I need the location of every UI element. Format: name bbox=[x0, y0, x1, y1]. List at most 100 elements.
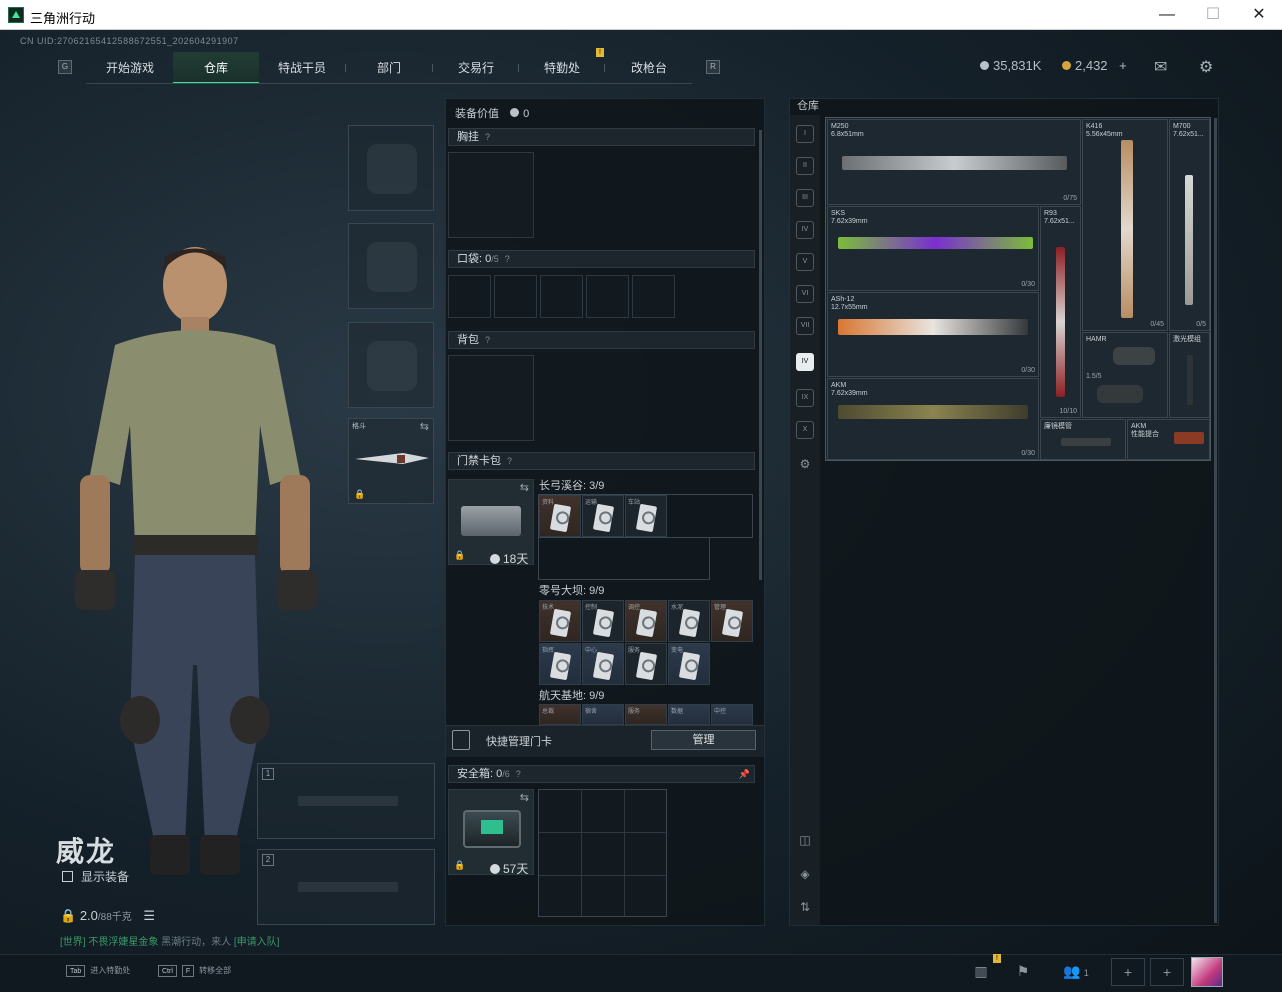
help-icon[interactable]: ? bbox=[507, 456, 512, 466]
warehouse-sort-icon[interactable]: ⇅ bbox=[796, 899, 814, 917]
keycard-item[interactable]: 变电 bbox=[668, 643, 710, 685]
warehouse-item-grip[interactable]: 廉镜模管 bbox=[1040, 419, 1126, 460]
tab-start-game[interactable]: 开始游戏 bbox=[88, 52, 172, 84]
keycard-item[interactable]: 服务 bbox=[625, 704, 667, 725]
pocket-slot[interactable] bbox=[632, 275, 675, 318]
warehouse-tab-icon[interactable]: II bbox=[796, 157, 814, 175]
safe-box-slot[interactable]: ⇆ 🔒 57天 bbox=[448, 789, 534, 876]
hint-transfer-all[interactable]: Ctrl F 转移全部 bbox=[158, 965, 231, 977]
chest-rig-slot[interactable] bbox=[448, 152, 534, 238]
pistol-slot[interactable] bbox=[348, 322, 434, 408]
add-currency-button[interactable]: + bbox=[1119, 58, 1127, 73]
hint-enter-special-ops[interactable]: Tab 进入特勤处 bbox=[66, 965, 130, 977]
help-icon[interactable]: ? bbox=[505, 254, 510, 264]
keycard-item[interactable]: 调控 bbox=[625, 600, 667, 642]
key-tab: Tab bbox=[66, 965, 86, 977]
keycard-item[interactable]: 总裁 bbox=[539, 704, 581, 725]
swap-icon[interactable]: ⇆ bbox=[420, 420, 429, 433]
warehouse-item-hamr[interactable]: HAMR 1.5/5 bbox=[1082, 332, 1168, 418]
keycard-item[interactable]: 管理 bbox=[711, 600, 753, 642]
world-chat-line[interactable]: [世界] 不畏浮婕星金象 黑潮行动，来人 [申请入队] bbox=[60, 933, 279, 948]
armor-slot[interactable] bbox=[348, 223, 434, 309]
tab-department[interactable]: 部门 bbox=[346, 52, 432, 84]
swap-icon[interactable]: ⇆ bbox=[520, 481, 529, 494]
keycard-item[interactable]: 运输 bbox=[582, 495, 624, 537]
checkbox-icon[interactable] bbox=[62, 871, 73, 882]
warehouse-item-k416[interactable]: K416 5.56x45mm 0/45 bbox=[1082, 119, 1168, 331]
help-icon[interactable]: ? bbox=[516, 769, 521, 779]
warehouse-tab-icon[interactable]: I bbox=[796, 125, 814, 143]
warehouse-item-akm-part[interactable]: AKM 性能提合 bbox=[1127, 419, 1210, 460]
manage-button[interactable]: 管理 bbox=[651, 730, 756, 750]
warehouse-item-sks[interactable]: SKS 7.62x39mm 0/30 bbox=[827, 206, 1039, 291]
keycard-item[interactable]: 中控 bbox=[711, 704, 753, 725]
warehouse-tab-icon[interactable]: III bbox=[796, 189, 814, 207]
warehouse-portrait-icon[interactable]: ◫ bbox=[796, 832, 814, 850]
friends-button[interactable]: 👥 1 bbox=[1050, 958, 1102, 986]
keycard-item[interactable]: 中心 bbox=[582, 643, 624, 685]
warehouse-settings-icon[interactable]: ⚙ bbox=[796, 456, 814, 474]
warehouse-scrollbar[interactable] bbox=[1214, 118, 1217, 923]
keycard-item[interactable]: 技术 bbox=[539, 600, 581, 642]
show-equipment-toggle[interactable]: 显示装备 bbox=[62, 868, 129, 885]
tab-gunsmith[interactable]: 改枪台 bbox=[605, 52, 693, 84]
tab-operators[interactable]: 特战干员 bbox=[260, 52, 344, 84]
pocket-slot[interactable] bbox=[448, 275, 491, 318]
invite-slot-button[interactable]: + bbox=[1111, 958, 1145, 986]
warehouse-tab-icon[interactable]: X bbox=[796, 421, 814, 439]
warehouse-item-m250[interactable]: M250 6.8x51mm 0/75 bbox=[827, 119, 1081, 205]
nav-next-key-icon[interactable]: R bbox=[706, 60, 720, 74]
invite-slot-button[interactable]: + bbox=[1150, 958, 1184, 986]
loadout-scrollbar[interactable] bbox=[759, 130, 762, 580]
keycard-item[interactable]: 指挥 bbox=[539, 643, 581, 685]
keycard-item[interactable]: 宿舍 bbox=[582, 704, 624, 725]
list-icon[interactable]: ☰ bbox=[143, 908, 155, 923]
pocket-slot[interactable] bbox=[494, 275, 537, 318]
warehouse-item-akm[interactable]: AKM 7.62x39mm 0/30 bbox=[827, 378, 1039, 460]
keycard-item[interactable]: 资料 bbox=[539, 495, 581, 537]
warehouse-tab-icon[interactable]: V bbox=[796, 253, 814, 271]
lock-icon: 🔒 bbox=[454, 550, 466, 560]
close-button[interactable]: ✕ bbox=[1236, 0, 1282, 30]
backpack-slot[interactable] bbox=[448, 355, 534, 441]
keycard-item[interactable]: 服务 bbox=[625, 643, 667, 685]
keycard-item[interactable]: 水泥 bbox=[668, 600, 710, 642]
melee-slot[interactable]: 格斗 ⇆ 🔒 bbox=[348, 418, 434, 504]
warehouse-tab-icon-selected[interactable]: IV bbox=[796, 353, 814, 371]
tab-trading[interactable]: 交易行 bbox=[433, 52, 519, 84]
settings-gear-icon[interactable]: ⚙ bbox=[1199, 57, 1213, 77]
keycard-item[interactable]: 控制 bbox=[582, 600, 624, 642]
tab-warehouse[interactable]: 仓库 bbox=[173, 52, 259, 84]
minimize-button[interactable]: — bbox=[1144, 0, 1190, 30]
warehouse-tab-icon[interactable]: VI bbox=[796, 285, 814, 303]
warehouse-item-laser[interactable]: 激光模组 bbox=[1169, 332, 1210, 418]
helmet-slot[interactable] bbox=[348, 125, 434, 211]
maximize-button[interactable]: ☐ bbox=[1190, 0, 1236, 30]
warehouse-item-r93[interactable]: R93 7.62x51... 10/10 bbox=[1040, 206, 1081, 418]
warehouse-layers-icon[interactable]: ◈ bbox=[796, 866, 814, 884]
keycard-bag-slot[interactable]: ⇆ 🔒 18天 bbox=[448, 479, 534, 566]
nav-prev-key-icon[interactable]: G bbox=[58, 60, 72, 74]
warehouse-tab-icon[interactable]: IV bbox=[796, 221, 814, 239]
mail-icon[interactable]: ✉ bbox=[1154, 57, 1167, 77]
warehouse-tab-icon[interactable]: VII bbox=[796, 317, 814, 335]
secondary-weapon-slot[interactable]: 2 bbox=[257, 849, 435, 925]
pocket-slot[interactable] bbox=[586, 275, 629, 318]
primary-weapon-slot[interactable]: 1 bbox=[257, 763, 435, 839]
flag-icon[interactable]: ⚑ bbox=[1006, 958, 1040, 986]
keycard-item[interactable]: 车站 bbox=[625, 495, 667, 537]
pin-icon[interactable]: 📌 bbox=[739, 766, 750, 782]
help-icon[interactable]: ? bbox=[485, 132, 490, 142]
swap-icon[interactable]: ⇆ bbox=[520, 791, 529, 804]
safe-box-grid[interactable] bbox=[538, 789, 667, 917]
player-avatar[interactable] bbox=[1191, 957, 1223, 987]
help-icon[interactable]: ? bbox=[485, 335, 490, 345]
warehouse-item-ash12[interactable]: ASh-12 12.7x55mm 0/30 bbox=[827, 292, 1039, 377]
pocket-slot[interactable] bbox=[540, 275, 583, 318]
join-team-link[interactable]: [申请入队] bbox=[234, 937, 280, 948]
warehouse-tab-icon[interactable]: IX bbox=[796, 389, 814, 407]
keycard-item[interactable]: 数据 bbox=[668, 704, 710, 725]
tab-special-ops[interactable]: 特勤处 bbox=[519, 52, 605, 84]
backpack-label: 背包 bbox=[457, 334, 479, 346]
warehouse-item-m700[interactable]: M700 7.62x51... 0/5 bbox=[1169, 119, 1210, 331]
